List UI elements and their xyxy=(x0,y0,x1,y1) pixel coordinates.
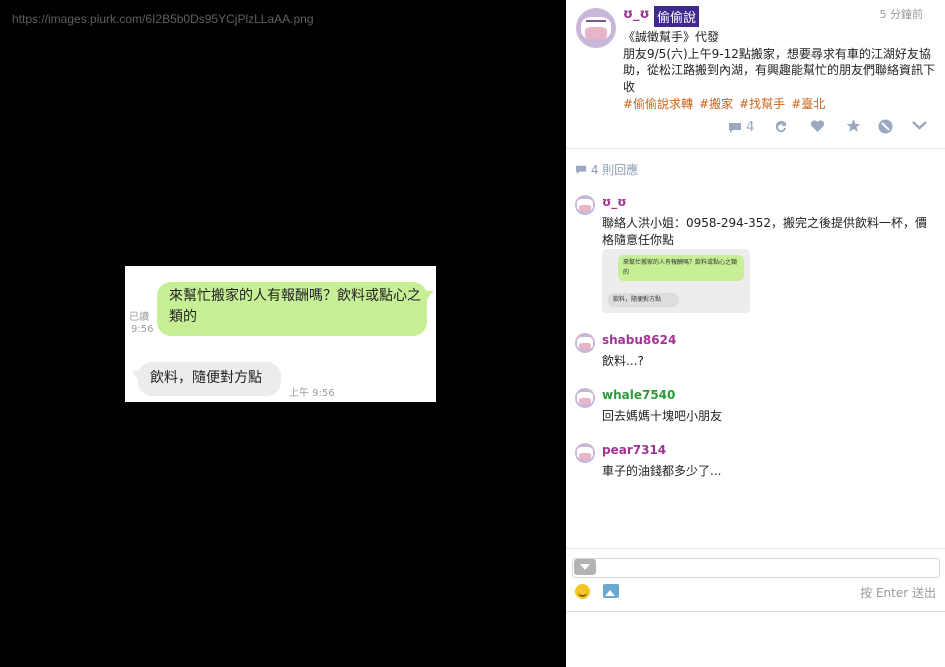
post-author[interactable]: ʊ_ʊ xyxy=(623,7,650,22)
emoticon-icon[interactable] xyxy=(575,584,590,599)
response-text: 車子的油錢都多少了... xyxy=(602,464,722,478)
post-time[interactable]: 5 分鐘前 xyxy=(880,6,924,22)
response-author[interactable]: whale7540 xyxy=(602,388,675,402)
star-icon xyxy=(846,119,861,132)
image-upload-icon[interactable] xyxy=(603,584,619,598)
replurk-button[interactable] xyxy=(774,119,789,137)
responses-header: 4 則回應 xyxy=(575,161,638,178)
chevron-down-icon xyxy=(912,121,927,130)
response-item: shabu8624 飲料...? xyxy=(575,333,935,373)
post-qualifier: 偷偷說 xyxy=(654,6,700,27)
post-actions: 4 xyxy=(728,119,928,137)
like-button[interactable] xyxy=(810,119,825,137)
avatar[interactable] xyxy=(576,8,616,48)
image-url: https://images.plurk.com/6I2B5b0Ds95YCjP… xyxy=(12,12,314,26)
comment-icon xyxy=(729,123,741,133)
comment-icon xyxy=(575,165,587,175)
more-button[interactable] xyxy=(912,119,927,137)
tag[interactable]: #偷偷說求轉 xyxy=(623,97,693,111)
post-text: 《誠徵幫手》代發 朋友9/5(六)上午9-12點搬家，想要尋求有車的江湖好友協助… xyxy=(623,30,936,94)
submit-hint: 按 Enter 送出 xyxy=(860,586,936,600)
mute-icon xyxy=(878,119,893,134)
image-viewer: https://images.plurk.com/6I2B5b0Ds95YCjP… xyxy=(0,0,566,667)
avatar[interactable] xyxy=(575,388,595,408)
plurk-panel: ʊ_ʊ 偷偷說 5 分鐘前 《誠徵幫手》代發 朋友9/5(六)上午9-12點搬家… xyxy=(566,0,945,667)
read-label: 已讀 xyxy=(129,312,149,323)
avatar[interactable] xyxy=(575,195,595,215)
tag[interactable]: #臺北 xyxy=(791,97,825,111)
response-item: ʊ_ʊ 聯絡人洪小姐：0958-294-352，搬完之後提供飲料一杯，價格隨意任… xyxy=(575,195,935,315)
response-author[interactable]: ʊ_ʊ xyxy=(602,195,627,209)
response-input[interactable] xyxy=(572,558,940,578)
reply-bubble: 飲料，隨便對方點 xyxy=(138,362,281,396)
thumb-sent-bubble: 來幫忙搬家的人有報酬嗎？飲料或點心之類的 xyxy=(618,255,744,281)
mute-button[interactable] xyxy=(878,119,893,137)
response-author[interactable]: shabu8624 xyxy=(602,333,676,347)
response-count: 4 xyxy=(746,120,755,135)
response-form: 按 Enter 送出 xyxy=(566,548,945,612)
response-text: 回去媽媽十塊吧小朋友 xyxy=(602,409,723,423)
post-tags: #偷偷說求轉 #搬家 #找幫手 #臺北 xyxy=(623,95,831,112)
heart-icon xyxy=(810,120,825,132)
qualifier-dropdown[interactable] xyxy=(574,559,596,575)
thumb-reply-bubble: 飲料，隨便對方點 xyxy=(608,293,679,307)
response-image-thumbnail[interactable]: 來幫忙搬家的人有報酬嗎？飲料或點心之類的 飲料，隨便對方點 xyxy=(602,249,750,313)
favorite-button[interactable] xyxy=(846,119,861,137)
chat-screenshot-image: 來幫忙搬家的人有報酬嗎？飲料或點心之類的 已讀 9:56 飲料，隨便對方點 上午… xyxy=(125,266,436,402)
response-text: 飲料...? xyxy=(602,354,644,368)
tag[interactable]: #搬家 xyxy=(699,97,733,111)
response-text: 聯絡人洪小姐：0958-294-352，搬完之後提供飲料一杯，價格隨意任你點 xyxy=(602,216,928,247)
avatar[interactable] xyxy=(575,443,595,463)
reply-time: 上午 9:56 xyxy=(289,388,335,399)
plurk-post: ʊ_ʊ 偷偷說 5 分鐘前 《誠徵幫手》代發 朋友9/5(六)上午9-12點搬家… xyxy=(566,0,945,149)
response-item: pear7314 車子的油錢都多少了... xyxy=(575,443,935,483)
response-item: whale7540 回去媽媽十塊吧小朋友 xyxy=(575,388,935,428)
sent-bubble: 來幫忙搬家的人有報酬嗎？飲料或點心之類的 xyxy=(157,282,427,336)
response-author[interactable]: pear7314 xyxy=(602,443,666,457)
responses-count-label: 4 則回應 xyxy=(590,163,639,177)
response-count-button[interactable]: 4 xyxy=(728,119,754,137)
replurk-icon xyxy=(775,121,786,133)
sent-time: 9:56 xyxy=(131,324,154,335)
tag[interactable]: #找幫手 xyxy=(739,97,785,111)
avatar[interactable] xyxy=(575,333,595,353)
